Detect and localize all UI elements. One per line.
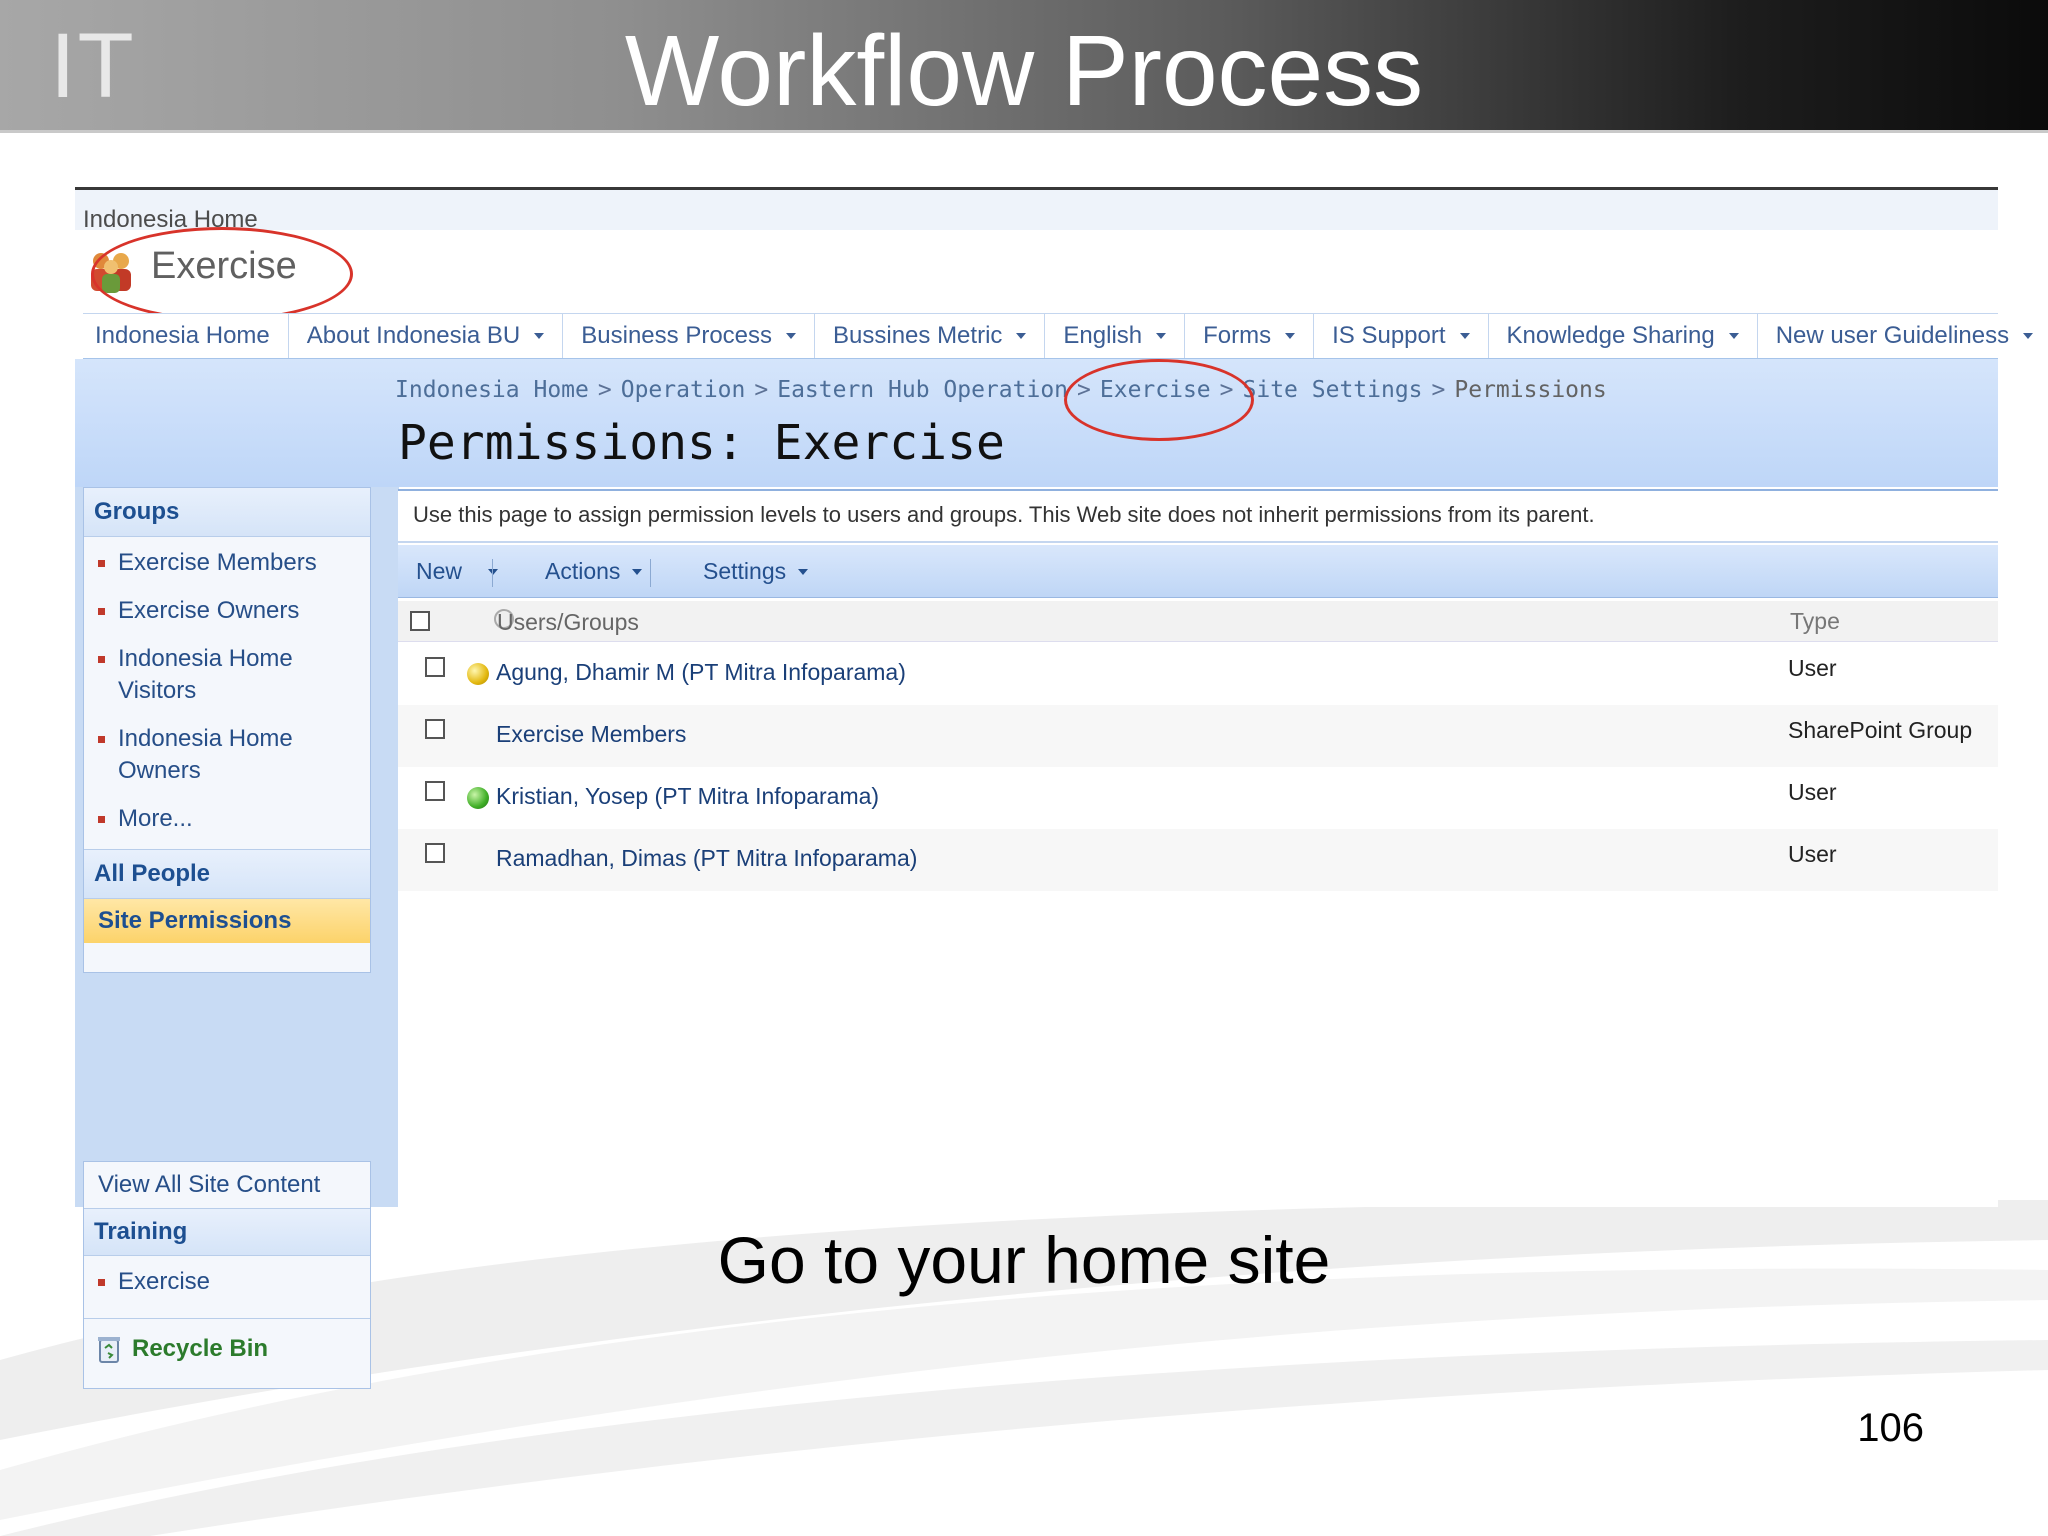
chevron-down-icon [798,568,809,575]
row-checkbox[interactable] [425,843,445,863]
user-group-type: SharePoint Group [1788,717,1973,743]
list-toolbar: New Actions Settings [398,545,1998,598]
chevron-down-icon [2023,333,2034,339]
topnav-knowledge-sharing[interactable]: Knowledge Sharing [1487,314,1757,358]
row-checkbox[interactable] [425,719,445,739]
breadcrumb-separator: > [1431,377,1446,403]
topnav-indonesia-home[interactable]: Indonesia Home [83,314,288,358]
main-content: Use this page to assign permission level… [398,489,1998,1207]
toolbar-separator [650,559,651,587]
topnav-new-user-guideliness[interactable]: New user Guideliness [1756,314,2048,358]
settings-menu-button[interactable]: Settings [703,558,809,585]
chevron-down-icon [1016,333,1027,339]
topnav-forms[interactable]: Forms [1184,314,1313,358]
presence-online-icon [467,787,489,809]
breadcrumb-current: Permissions [1454,377,1607,403]
breadcrumb-operation[interactable]: Operation [621,377,746,403]
chevron-down-icon [1728,333,1739,339]
bullet-icon [98,608,105,615]
user-group-name[interactable]: Exercise Members [496,721,686,748]
user-group-type: User [1788,779,1837,805]
chevron-down-icon [534,333,545,339]
slide-header: IT Workflow Process [0,0,2048,133]
bullet-icon [98,560,105,567]
select-all-checkbox[interactable] [410,611,430,631]
topnav-about-indonesia-bu[interactable]: About Indonesia BU [287,314,562,358]
breadcrumb-separator: > [597,377,612,403]
bullet-icon [98,736,105,743]
bullet-icon [98,656,105,663]
type-column-header[interactable]: Type [1790,608,1840,635]
slide-caption: Go to your home site [717,1223,1331,1297]
sharepoint-screenshot: Indonesia Home Exercise Indonesia Home A… [75,187,2034,1389]
top-navigation: Indonesia Home About Indonesia BU Busine… [83,313,2034,360]
new-menu-button[interactable]: New [416,558,499,585]
user-group-name[interactable]: Kristian, Yosep (PT Mitra Infoparama) [496,783,879,810]
presence-away-icon [467,663,489,685]
user-group-name[interactable]: Ramadhan, Dimas (PT Mitra Infoparama) [496,845,917,872]
topnav-bussines-metric[interactable]: Bussines Metric [814,314,1044,358]
page-description: Use this page to assign permission level… [398,489,1998,543]
page-description-text: Use this page to assign permission level… [413,502,1595,527]
site-permissions-link[interactable]: Site Permissions [84,899,370,943]
global-bar: Indonesia Home [75,190,1998,233]
topnav-business-process[interactable]: Business Process [562,314,814,358]
groups-panel: Groups Exercise Members Exercise Owners … [83,487,371,973]
user-group-type: User [1788,841,1837,867]
group-exercise-members[interactable]: Exercise Members [84,547,370,579]
breadcrumb-eastern-hub-operation[interactable]: Eastern Hub Operation [777,377,1068,403]
bullet-icon [98,816,105,823]
chevron-down-icon [488,568,499,575]
recycle-bin-label: Recycle Bin [132,1335,269,1362]
recycle-bin-icon [98,1337,120,1363]
chevron-down-icon [786,333,797,339]
all-people-link[interactable]: All People [84,849,370,899]
table-header: Users/Groups Type [398,601,1998,642]
recycle-bin-link[interactable]: Recycle Bin [84,1319,370,1379]
group-indonesia-home-owners[interactable]: Indonesia Home Owners [84,723,318,787]
topnav-english[interactable]: English [1044,314,1184,358]
users-groups-column-header[interactable]: Users/Groups [497,609,639,636]
row-checkbox[interactable] [425,781,445,801]
chevron-down-icon [632,568,643,575]
group-indonesia-home-visitors[interactable]: Indonesia Home Visitors [84,643,318,707]
user-group-type: User [1788,655,1837,681]
chevron-down-icon [1156,333,1167,339]
breadcrumb-separator: > [754,377,769,403]
topnav-is-support[interactable]: IS Support [1313,314,1487,358]
slide-title: Workflow Process [624,15,1424,127]
groups-heading[interactable]: Groups [84,488,370,537]
group-exercise-owners[interactable]: Exercise Owners [84,595,370,627]
quick-launch: Groups Exercise Members Exercise Owners … [75,487,399,1389]
view-all-site-content-link[interactable]: View All Site Content [84,1162,370,1209]
slide-page-number: 106 [1857,1406,1924,1450]
table-row[interactable]: Ramadhan, Dimas (PT Mitra Infoparama) Us… [398,829,1998,891]
table-row[interactable]: Agung, Dhamir M (PT Mitra Infoparama) Us… [398,643,1998,705]
row-checkbox[interactable] [425,657,445,677]
breadcrumb: Indonesia Home > Operation > Eastern Hub Ope… [395,377,1607,403]
breadcrumb-indonesia-home[interactable]: Indonesia Home [395,377,589,403]
table-row[interactable]: Exercise Members SharePoint Group [398,705,1998,767]
table-row[interactable]: Kristian, Yosep (PT Mitra Infoparama) Us… [398,767,1998,829]
actions-menu-button[interactable]: Actions [545,558,643,585]
chevron-down-icon [1459,333,1470,339]
highlight-ellipse-site-title [91,227,353,321]
user-group-name[interactable]: Agung, Dhamir M (PT Mitra Infoparama) [496,659,906,686]
highlight-ellipse-breadcrumb [1064,359,1254,441]
page-title: Permissions: Exercise [398,415,1005,471]
toolbar-separator [492,559,493,587]
chevron-down-icon [1285,333,1296,339]
groups-more-link[interactable]: More... [84,803,370,835]
breadcrumb-site-settings[interactable]: Site Settings [1243,377,1423,403]
